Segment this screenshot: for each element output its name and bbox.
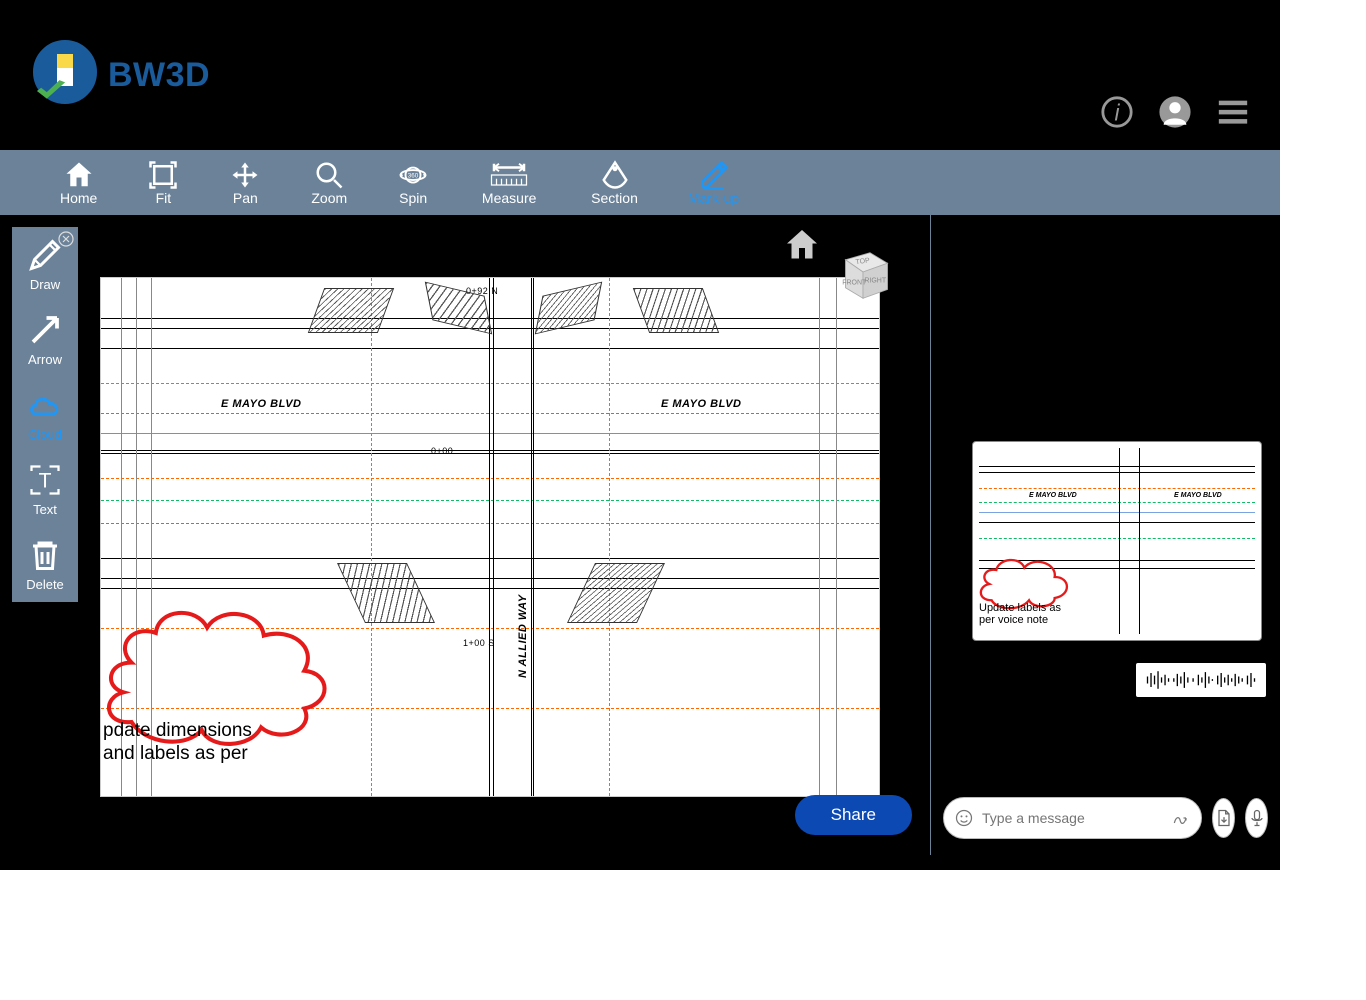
mic-button[interactable] (1245, 798, 1268, 838)
svg-text:T: T (39, 470, 52, 493)
markup-arrow[interactable]: Arrow (12, 302, 78, 377)
svg-text:RIGHT: RIGHT (864, 278, 887, 285)
svg-text:i: i (1114, 100, 1120, 126)
pan-icon (229, 160, 261, 190)
toolbar-section[interactable]: Section (591, 160, 638, 206)
chat-input[interactable] (943, 797, 1202, 839)
street-label-e: E MAYO BLVD (661, 398, 741, 410)
content-row: Draw Arrow Cloud T Text Delete (0, 215, 1280, 855)
toolbar-markup[interactable]: Mark-up (688, 160, 739, 206)
file-icon (1214, 808, 1234, 828)
toolbar-pan[interactable]: Pan (229, 160, 261, 206)
markup-delete[interactable]: Delete (12, 527, 78, 602)
mic-icon (1247, 808, 1267, 828)
measure-icon (479, 160, 539, 190)
section-icon (599, 160, 631, 190)
svg-text:FRONT: FRONT (842, 279, 867, 286)
spin-icon: 360 (397, 160, 429, 190)
drawing-canvas[interactable]: E MAYO BLVD E MAYO BLVD N ALLIED WAY 0+9… (100, 277, 880, 797)
trash-icon (27, 537, 63, 573)
cad-plan: E MAYO BLVD E MAYO BLVD N ALLIED WAY 0+9… (101, 278, 879, 796)
markup-cloud[interactable]: Cloud (12, 377, 78, 452)
check-icon (34, 78, 68, 104)
voice-message[interactable] (1136, 663, 1266, 697)
svg-text:360: 360 (408, 172, 419, 179)
toolbar-zoom[interactable]: Zoom (311, 160, 347, 206)
chat-input-row (943, 797, 1268, 839)
toolbar-fit[interactable]: Fit (147, 160, 179, 206)
viewcube[interactable]: TOP FRONT RIGHT (828, 237, 898, 307)
markup-text[interactable]: T Text (12, 452, 78, 527)
share-button[interactable]: Share (795, 795, 912, 835)
cross-street-label: N ALLIED WAY (517, 594, 529, 678)
waveform-icon (1144, 668, 1258, 692)
zoom-icon (313, 160, 345, 190)
text-icon: T (27, 462, 63, 498)
cloud-icon (27, 387, 63, 423)
viewer[interactable]: Draw Arrow Cloud T Text Delete (0, 215, 930, 855)
fit-icon (147, 160, 179, 190)
chat-thumbnail[interactable]: E MAYO BLVD E MAYO BLVD Update labels as… (972, 441, 1262, 641)
chat-panel: E MAYO BLVD E MAYO BLVD Update labels as… (930, 215, 1280, 855)
toolbar-measure[interactable]: Measure (479, 160, 539, 206)
user-icon[interactable] (1158, 95, 1192, 129)
markup-tools-panel: Draw Arrow Cloud T Text Delete (12, 227, 78, 602)
markup-icon (698, 160, 730, 190)
main-toolbar: Home Fit Pan Zoom 360 Spin Measure Secti… (0, 150, 1280, 215)
message-field[interactable] (982, 810, 1163, 826)
annotation-text[interactable]: pdate dimensions and labels as per (101, 718, 254, 768)
info-icon[interactable]: i (1100, 95, 1134, 129)
app-name: BW3D (108, 56, 210, 95)
arrow-icon (27, 312, 63, 348)
emoji-icon[interactable] (954, 808, 974, 828)
street-label-w: E MAYO BLVD (221, 398, 301, 410)
menu-icon[interactable] (1216, 95, 1250, 129)
thumb-note: Update labels as per voice note (979, 602, 1061, 626)
home-icon (63, 160, 95, 190)
toolbar-spin[interactable]: 360 Spin (397, 160, 429, 206)
logo: BW3D (30, 40, 210, 110)
attach-button[interactable] (1212, 798, 1235, 838)
logo-mark (30, 40, 100, 110)
toolbar-home[interactable]: Home (60, 160, 97, 206)
handwrite-icon[interactable] (1171, 808, 1191, 828)
close-icon[interactable] (58, 231, 74, 247)
app-header: BW3D i (0, 0, 1280, 150)
viewer-home-icon[interactable] (784, 227, 820, 263)
